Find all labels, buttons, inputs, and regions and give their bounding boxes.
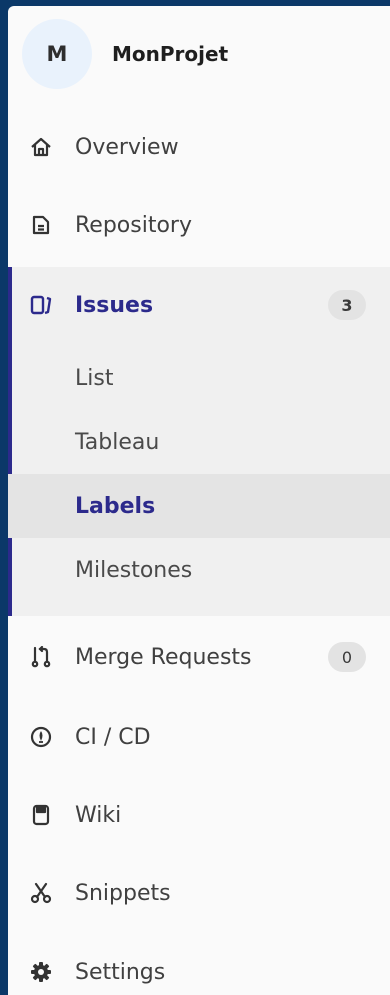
home-icon <box>30 136 52 158</box>
issues-count-badge: 3 <box>328 290 366 320</box>
nav-label-issues: Issues <box>75 292 154 318</box>
nav-item-issues[interactable]: Issues 3 <box>8 285 390 325</box>
scissors-icon <box>30 882 52 904</box>
project-avatar: M <box>22 19 92 89</box>
subnav-item-list[interactable]: List <box>8 346 390 410</box>
nav-label-merge-requests: Merge Requests <box>75 644 252 670</box>
subnav-item-milestones[interactable]: Milestones <box>8 538 390 602</box>
nav-item-snippets[interactable]: Snippets <box>8 873 390 913</box>
nav-label-snippets: Snippets <box>75 880 171 906</box>
project-header[interactable]: M MonProjet <box>8 6 390 102</box>
project-name: MonProjet <box>112 42 229 66</box>
subnav-label-tableau: Tableau <box>75 429 160 455</box>
nav-item-settings[interactable]: Settings <box>8 952 390 992</box>
merge-requests-count-badge: 0 <box>328 642 366 672</box>
gear-icon <box>30 961 52 983</box>
document-icon <box>30 214 52 236</box>
subnav-label-list: List <box>75 365 114 391</box>
subnav-item-tableau[interactable]: Tableau <box>8 410 390 474</box>
merge-request-icon <box>30 646 52 668</box>
nav-item-ci-cd[interactable]: CI / CD <box>8 717 390 757</box>
nav-item-overview[interactable]: Overview <box>8 127 390 167</box>
nav-item-repository[interactable]: Repository <box>8 205 390 245</box>
nav-item-wiki[interactable]: Wiki <box>8 795 390 835</box>
subnav-label-milestones: Milestones <box>75 557 193 583</box>
nav-label-overview: Overview <box>75 134 179 160</box>
nav-label-ci-cd: CI / CD <box>75 724 151 750</box>
issues-icon <box>30 294 52 316</box>
nav-label-repository: Repository <box>75 212 192 238</box>
subnav-item-labels[interactable]: Labels <box>8 474 390 538</box>
rocket-icon <box>30 726 52 748</box>
nav-item-merge-requests[interactable]: Merge Requests 0 <box>8 637 390 677</box>
nav-label-settings: Settings <box>75 959 166 985</box>
nav-label-wiki: Wiki <box>75 802 122 828</box>
subnav-label-labels: Labels <box>75 493 156 519</box>
book-icon <box>30 804 52 826</box>
issues-section: Issues 3 List Tableau Labels Milestones <box>8 267 390 616</box>
project-sidebar: M MonProjet Overview Repository Issues 3… <box>8 6 390 995</box>
